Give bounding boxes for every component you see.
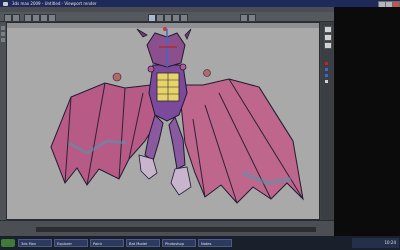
perspective-viewport[interactable]	[6, 22, 320, 220]
curve-editor-tool[interactable]	[180, 13, 188, 22]
red-marker[interactable]	[325, 62, 328, 65]
redo-tool[interactable]	[12, 13, 20, 22]
task-button[interactable]: 3ds Max	[18, 239, 52, 247]
move-tool[interactable]	[32, 13, 40, 22]
left-tool-3[interactable]	[1, 38, 5, 42]
snap-tool[interactable]	[240, 13, 248, 22]
taskbar: 3ds Max Explorer Paint Bat Model Photosh…	[0, 236, 400, 250]
quick-render-tool[interactable]	[164, 13, 172, 22]
select-tool[interactable]	[24, 13, 32, 22]
bat-creature-model	[50, 27, 304, 204]
render-frame-tool[interactable]	[156, 13, 164, 22]
left-tool-1[interactable]	[1, 26, 5, 30]
left-ear	[136, 28, 148, 38]
right-tool-2[interactable]	[324, 34, 332, 41]
head	[146, 32, 186, 68]
blue-marker-2[interactable]	[325, 74, 328, 77]
right-ear	[184, 28, 192, 40]
right-leg	[168, 115, 186, 170]
render-setup-tool[interactable]	[148, 13, 156, 22]
rotate-tool[interactable]	[40, 13, 48, 22]
scale-tool[interactable]	[48, 13, 56, 22]
task-button[interactable]: Explorer	[54, 239, 88, 247]
white-marker[interactable]	[325, 80, 328, 83]
material-editor-tool[interactable]	[172, 13, 180, 22]
left-foot	[138, 154, 158, 180]
system-tray-clock: 10:24	[352, 238, 399, 248]
title-bar: 3ds max 2009 - Untitled - Viewport rende…	[0, 0, 400, 8]
app-window: 3ds max 2009 - Untitled - Viewport rende…	[0, 0, 400, 237]
right-sphere	[203, 69, 211, 77]
right-tool-1[interactable]	[324, 26, 332, 33]
right-tool-3[interactable]	[324, 42, 332, 49]
left-sphere	[112, 72, 122, 82]
task-button[interactable]: Paint	[90, 239, 124, 247]
command-panel	[334, 7, 400, 236]
timeline-bar[interactable]	[36, 227, 316, 232]
task-button[interactable]: Photoshop	[162, 239, 196, 247]
left-tool-2[interactable]	[1, 32, 5, 36]
right-command-strip	[321, 22, 333, 220]
angle-snap-tool[interactable]	[248, 13, 256, 22]
start-icon[interactable]	[1, 239, 15, 247]
blue-marker[interactable]	[325, 68, 328, 71]
right-foot	[170, 166, 192, 196]
window-title: 3ds max 2009 - Untitled - Viewport rende…	[12, 1, 97, 6]
undo-tool[interactable]	[4, 13, 12, 22]
task-button[interactable]: Notes	[198, 239, 232, 247]
timeline-panel	[0, 220, 334, 237]
window-icon	[3, 1, 8, 6]
task-button[interactable]: Bat Model	[126, 239, 160, 247]
